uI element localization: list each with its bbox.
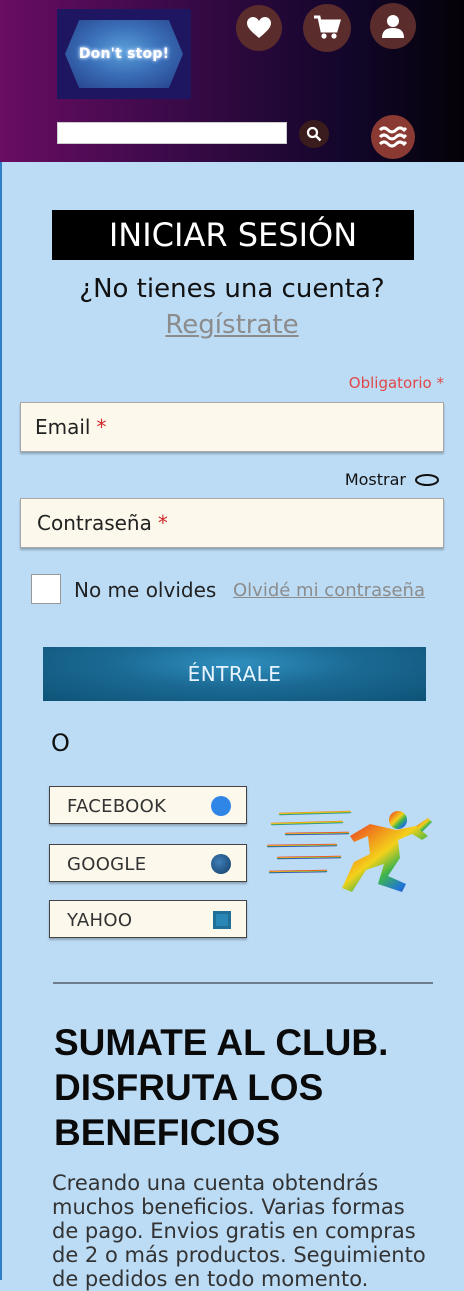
- runner-illustration: [266, 810, 432, 902]
- search-icon: [306, 126, 322, 142]
- logo-text: Don't stop!: [78, 46, 170, 62]
- google-login-button[interactable]: GOOGLE: [49, 844, 247, 882]
- cart-button[interactable]: [303, 4, 351, 52]
- logo-badge: Don't stop!: [65, 20, 183, 88]
- no-account-text: ¿No tienes una cuenta?: [79, 274, 385, 304]
- register-link[interactable]: Regístrate: [0, 310, 464, 340]
- circle-icon: [211, 796, 231, 816]
- club-heading-line: SUMATE AL CLUB.: [54, 1022, 389, 1063]
- site-header: Don't stop!: [0, 0, 464, 162]
- logo[interactable]: Don't stop!: [57, 9, 191, 99]
- email-label: Email: [35, 415, 91, 439]
- club-heading-line: DISFRUTA LOS: [54, 1067, 324, 1108]
- section-divider: [53, 982, 433, 984]
- login-title: INICIAR SESIÓN: [52, 210, 414, 260]
- heart-icon: [247, 17, 271, 38]
- eye-icon: [415, 473, 439, 486]
- required-star: *: [96, 415, 107, 439]
- square-icon: [213, 911, 231, 929]
- cart-icon: [314, 15, 341, 39]
- wishlist-button[interactable]: [236, 5, 282, 51]
- required-note: Obligatorio *: [348, 374, 444, 392]
- google-label: GOOGLE: [67, 854, 147, 875]
- remember-label: No me olvides: [74, 578, 217, 602]
- club-heading: SUMATE AL CLUB. DISFRUTA LOS BENEFICIOS: [54, 1020, 444, 1155]
- password-field[interactable]: Contraseña *: [20, 498, 444, 548]
- show-password-label: Mostrar: [344, 470, 406, 489]
- search-input[interactable]: [57, 122, 287, 144]
- facebook-login-button[interactable]: FACEBOOK: [49, 786, 247, 824]
- show-password-toggle[interactable]: Mostrar: [345, 470, 440, 489]
- forgot-password-link[interactable]: Olvidé mi contraseña: [233, 580, 425, 601]
- club-description: Creando una cuenta obtendrás muchos bene…: [52, 1171, 426, 1291]
- or-separator: O: [51, 729, 70, 757]
- search-button[interactable]: [299, 120, 329, 148]
- facebook-label: FACEBOOK: [67, 796, 167, 817]
- yahoo-label: YAHOO: [67, 910, 133, 931]
- menu-icon: [378, 126, 408, 148]
- yahoo-login-button[interactable]: YAHOO: [49, 900, 247, 938]
- remember-checkbox[interactable]: [31, 574, 61, 604]
- circle-icon: [211, 854, 231, 874]
- account-button[interactable]: [370, 3, 416, 49]
- user-icon: [382, 15, 404, 38]
- password-label: Contraseña: [37, 511, 152, 535]
- menu-button[interactable]: [371, 115, 415, 159]
- club-heading-line: BENEFICIOS: [54, 1112, 281, 1153]
- login-submit-button[interactable]: ÉNTRALE: [43, 647, 426, 701]
- email-field[interactable]: Email *: [20, 402, 444, 452]
- required-star: *: [157, 511, 168, 535]
